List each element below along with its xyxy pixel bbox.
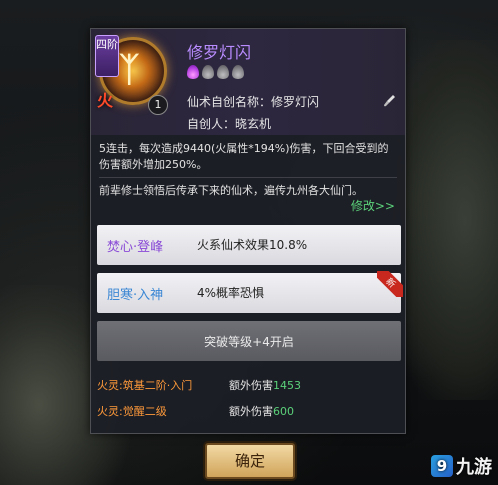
trait-effect: 火系仙术效果10.8% xyxy=(197,238,308,252)
bonus-stat: 额外伤害600 xyxy=(229,405,294,418)
new-badge: 新 xyxy=(377,271,403,297)
locked-slot-label: 突破等级+4开启 xyxy=(204,335,294,349)
element-label: 火 xyxy=(97,91,114,110)
bonus-row: 火灵:筑基二阶·入门 额外伤害1453 xyxy=(97,377,397,397)
fire-rune-icon: ᛉ xyxy=(119,50,140,90)
flame-icon-inactive xyxy=(202,65,214,79)
tier-badge: 四阶 xyxy=(95,35,119,77)
bonus-value: 600 xyxy=(273,405,294,418)
skill-effect-description: 5连击，每次造成9440(火属性*194%)伤害，下回合受到的伤害额外增加250… xyxy=(99,142,389,171)
new-badge-label: 新 xyxy=(377,271,403,297)
flame-icon-inactive xyxy=(217,65,229,79)
bonus-stat: 额外伤害1453 xyxy=(229,379,301,392)
skill-count-badge: 1 xyxy=(148,95,168,115)
bonus-row: 火灵:觉醒二级 额外伤害600 xyxy=(97,403,397,423)
trait-effect: 4%概率恐惧 xyxy=(197,286,265,300)
logo-icon: 9 xyxy=(431,455,453,477)
flame-icon-inactive xyxy=(232,65,244,79)
skill-name: 修罗灯闪 xyxy=(187,43,252,62)
created-name-label: 仙术自创名称：修罗灯闪 xyxy=(187,95,320,109)
brush-edit-icon[interactable] xyxy=(381,93,397,109)
skill-detail-panel: ᛉ 四阶 火 1 修罗灯闪 仙术自创名称：修罗灯闪 自创人：晓玄机 5连击，每次… xyxy=(90,28,406,434)
trait-row[interactable]: 胆寒·入神 4%概率恐惧 新 xyxy=(97,271,403,313)
creator-label: 自创人：晓玄机 xyxy=(187,117,272,131)
confirm-button[interactable]: 确定 xyxy=(205,443,295,479)
modify-link[interactable]: 修改>> xyxy=(351,197,395,214)
divider xyxy=(99,177,397,178)
trait-name: 胆寒·入神 xyxy=(107,288,164,303)
bonus-source: 火灵:觉醒二级 xyxy=(97,405,167,418)
watermark-logo: 9 九游 xyxy=(431,453,492,479)
trait-name: 焚心·登峰 xyxy=(107,240,164,255)
bonus-value: 1453 xyxy=(273,379,301,392)
skill-header: ᛉ 四阶 火 1 修罗灯闪 仙术自创名称：修罗灯闪 自创人：晓玄机 xyxy=(91,29,405,135)
bonus-source: 火灵:筑基二阶·入门 xyxy=(97,379,193,392)
skill-rank-flames xyxy=(187,65,244,79)
locked-trait-slot: 突破等级+4开启 xyxy=(97,321,401,361)
logo-text: 九游 xyxy=(456,457,492,478)
trait-row[interactable]: 焚心·登峰 火系仙术效果10.8% xyxy=(97,225,401,265)
flame-icon-active xyxy=(187,65,199,79)
